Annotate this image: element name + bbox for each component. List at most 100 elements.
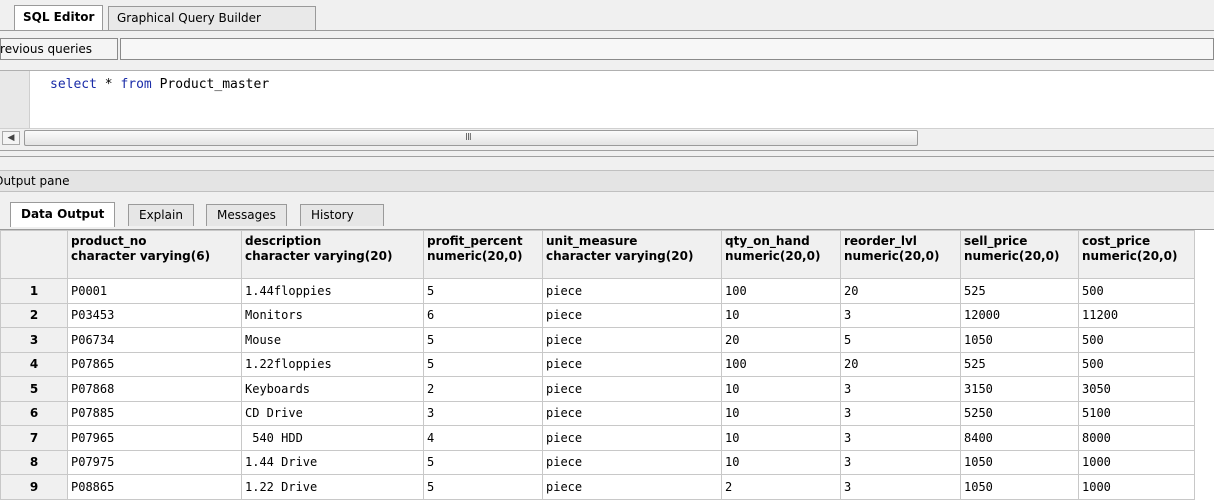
table-cell-reorder-lvl[interactable]: 20 xyxy=(840,351,961,377)
table-row[interactable]: 9 P08865 1.22 Drive 5 piece 2 3 1050 1000 xyxy=(0,474,1195,500)
table-cell-description[interactable]: 1.22 Drive xyxy=(241,474,424,500)
table-cell-product-no[interactable]: P06734 xyxy=(67,327,242,353)
table-cell-qty-on-hand[interactable]: 100 xyxy=(721,278,841,304)
table-cell-product-no[interactable]: P08865 xyxy=(67,474,242,500)
row-number[interactable]: 7 xyxy=(0,425,68,451)
tab-messages[interactable]: Messages xyxy=(206,204,287,226)
row-number[interactable]: 5 xyxy=(0,376,68,402)
table-row[interactable]: 5 P07868 Keyboards 2 piece 10 3 3150 3050 xyxy=(0,376,1195,402)
splitter-line-bottom[interactable] xyxy=(0,156,1214,157)
column-header-profit-percent[interactable]: profit_percent numeric(20,0) xyxy=(423,230,543,279)
table-cell-sell-price[interactable]: 5250 xyxy=(960,400,1079,426)
table-cell-qty-on-hand[interactable]: 2 xyxy=(721,474,841,500)
row-number[interactable]: 6 xyxy=(0,400,68,426)
row-number[interactable]: 4 xyxy=(0,351,68,377)
table-cell-product-no[interactable]: P07865 xyxy=(67,351,242,377)
table-cell-cost-price[interactable]: 500 xyxy=(1078,351,1195,377)
table-cell-cost-price[interactable]: 11200 xyxy=(1078,302,1195,328)
table-cell-profit-percent[interactable]: 5 xyxy=(423,351,543,377)
table-cell-sell-price[interactable]: 1050 xyxy=(960,449,1079,475)
table-cell-cost-price[interactable]: 3050 xyxy=(1078,376,1195,402)
table-cell-unit-measure[interactable]: piece xyxy=(542,400,722,426)
table-cell-cost-price[interactable]: 500 xyxy=(1078,327,1195,353)
table-cell-unit-measure[interactable]: piece xyxy=(542,474,722,500)
table-cell-profit-percent[interactable]: 5 xyxy=(423,449,543,475)
table-cell-sell-price[interactable]: 1050 xyxy=(960,474,1079,500)
table-cell-qty-on-hand[interactable]: 10 xyxy=(721,376,841,402)
table-cell-unit-measure[interactable]: piece xyxy=(542,327,722,353)
table-cell-qty-on-hand[interactable]: 20 xyxy=(721,327,841,353)
scroll-left-arrow-icon[interactable]: ◀ xyxy=(2,131,20,145)
table-cell-description[interactable]: Monitors xyxy=(241,302,424,328)
table-cell-cost-price[interactable]: 8000 xyxy=(1078,425,1195,451)
table-row[interactable]: 4 P07865 1.22floppies 5 piece 100 20 525 500 xyxy=(0,351,1195,377)
table-cell-reorder-lvl[interactable]: 3 xyxy=(840,449,961,475)
row-number[interactable]: 9 xyxy=(0,474,68,500)
table-cell-profit-percent[interactable]: 5 xyxy=(423,327,543,353)
previous-queries-dropdown[interactable] xyxy=(120,38,1214,60)
table-cell-profit-percent[interactable]: 2 xyxy=(423,376,543,402)
table-cell-sell-price[interactable]: 8400 xyxy=(960,425,1079,451)
table-row[interactable]: 1 P0001 1.44floppies 5 piece 100 20 525 500 xyxy=(0,278,1195,304)
table-cell-profit-percent[interactable]: 3 xyxy=(423,400,543,426)
tab-history[interactable]: History xyxy=(300,204,384,226)
table-cell-cost-price[interactable]: 1000 xyxy=(1078,474,1195,500)
table-cell-unit-measure[interactable]: piece xyxy=(542,449,722,475)
table-cell-reorder-lvl[interactable]: 5 xyxy=(840,327,961,353)
table-cell-sell-price[interactable]: 525 xyxy=(960,351,1079,377)
table-row[interactable]: 6 P07885 CD Drive 3 piece 10 3 5250 5100 xyxy=(0,400,1195,426)
table-cell-sell-price[interactable]: 1050 xyxy=(960,327,1079,353)
table-row[interactable]: 7 P07965 540 HDD 4 piece 10 3 8400 8000 xyxy=(0,425,1195,451)
table-cell-profit-percent[interactable]: 4 xyxy=(423,425,543,451)
column-header-description[interactable]: description character varying(20) xyxy=(241,230,424,279)
table-cell-description[interactable]: 1.44floppies xyxy=(241,278,424,304)
table-cell-qty-on-hand[interactable]: 10 xyxy=(721,449,841,475)
table-cell-description[interactable]: Keyboards xyxy=(241,376,424,402)
table-cell-description[interactable]: 1.44 Drive xyxy=(241,449,424,475)
table-cell-reorder-lvl[interactable]: 3 xyxy=(840,425,961,451)
column-header-qty-on-hand[interactable]: qty_on_hand numeric(20,0) xyxy=(721,230,841,279)
scrollbar-thumb[interactable]: III xyxy=(24,130,918,146)
table-cell-qty-on-hand[interactable]: 10 xyxy=(721,400,841,426)
table-cell-product-no[interactable]: P07868 xyxy=(67,376,242,402)
table-cell-unit-measure[interactable]: piece xyxy=(542,278,722,304)
table-cell-unit-measure[interactable]: piece xyxy=(542,376,722,402)
column-header-product-no[interactable]: product_no character varying(6) xyxy=(67,230,242,279)
tab-data-output[interactable]: Data Output xyxy=(10,202,116,227)
table-cell-reorder-lvl[interactable]: 3 xyxy=(840,376,961,402)
table-row[interactable]: 8 P07975 1.44 Drive 5 piece 10 3 1050 1000 xyxy=(0,449,1195,475)
table-cell-profit-percent[interactable]: 5 xyxy=(423,474,543,500)
tab-explain[interactable]: Explain xyxy=(128,204,194,226)
table-row[interactable]: 2 P03453 Monitors 6 piece 10 3 12000 11200 xyxy=(0,302,1195,328)
table-cell-unit-measure[interactable]: piece xyxy=(542,351,722,377)
table-cell-cost-price[interactable]: 500 xyxy=(1078,278,1195,304)
table-cell-product-no[interactable]: P07965 xyxy=(67,425,242,451)
table-cell-description[interactable]: 540 HDD xyxy=(241,425,424,451)
table-cell-sell-price[interactable]: 525 xyxy=(960,278,1079,304)
table-cell-description[interactable]: CD Drive xyxy=(241,400,424,426)
column-header-unit-measure[interactable]: unit_measure character varying(20) xyxy=(542,230,722,279)
column-header-cost-price[interactable]: cost_price numeric(20,0) xyxy=(1078,230,1195,279)
table-cell-product-no[interactable]: P0001 xyxy=(67,278,242,304)
table-cell-description[interactable]: Mouse xyxy=(241,327,424,353)
table-cell-reorder-lvl[interactable]: 20 xyxy=(840,278,961,304)
table-cell-qty-on-hand[interactable]: 10 xyxy=(721,302,841,328)
table-cell-reorder-lvl[interactable]: 3 xyxy=(840,474,961,500)
table-cell-product-no[interactable]: P07885 xyxy=(67,400,242,426)
table-row[interactable]: 3 P06734 Mouse 5 piece 20 5 1050 500 xyxy=(0,327,1195,353)
row-number[interactable]: 1 xyxy=(0,278,68,304)
table-cell-profit-percent[interactable]: 5 xyxy=(423,278,543,304)
table-cell-sell-price[interactable]: 12000 xyxy=(960,302,1079,328)
table-cell-qty-on-hand[interactable]: 100 xyxy=(721,351,841,377)
tab-graphical-query-builder[interactable]: Graphical Query Builder xyxy=(108,6,316,30)
row-number[interactable]: 3 xyxy=(0,327,68,353)
column-header-sell-price[interactable]: sell_price numeric(20,0) xyxy=(960,230,1079,279)
scrollbar-track[interactable] xyxy=(918,130,1214,146)
column-header-reorder-lvl[interactable]: reorder_lvl numeric(20,0) xyxy=(840,230,961,279)
tab-sql-editor[interactable]: SQL Editor xyxy=(14,5,104,31)
table-cell-sell-price[interactable]: 3150 xyxy=(960,376,1079,402)
table-cell-product-no[interactable]: P03453 xyxy=(67,302,242,328)
editor-horizontal-scrollbar[interactable]: ◀ III xyxy=(0,128,1214,146)
table-cell-product-no[interactable]: P07975 xyxy=(67,449,242,475)
table-cell-qty-on-hand[interactable]: 10 xyxy=(721,425,841,451)
